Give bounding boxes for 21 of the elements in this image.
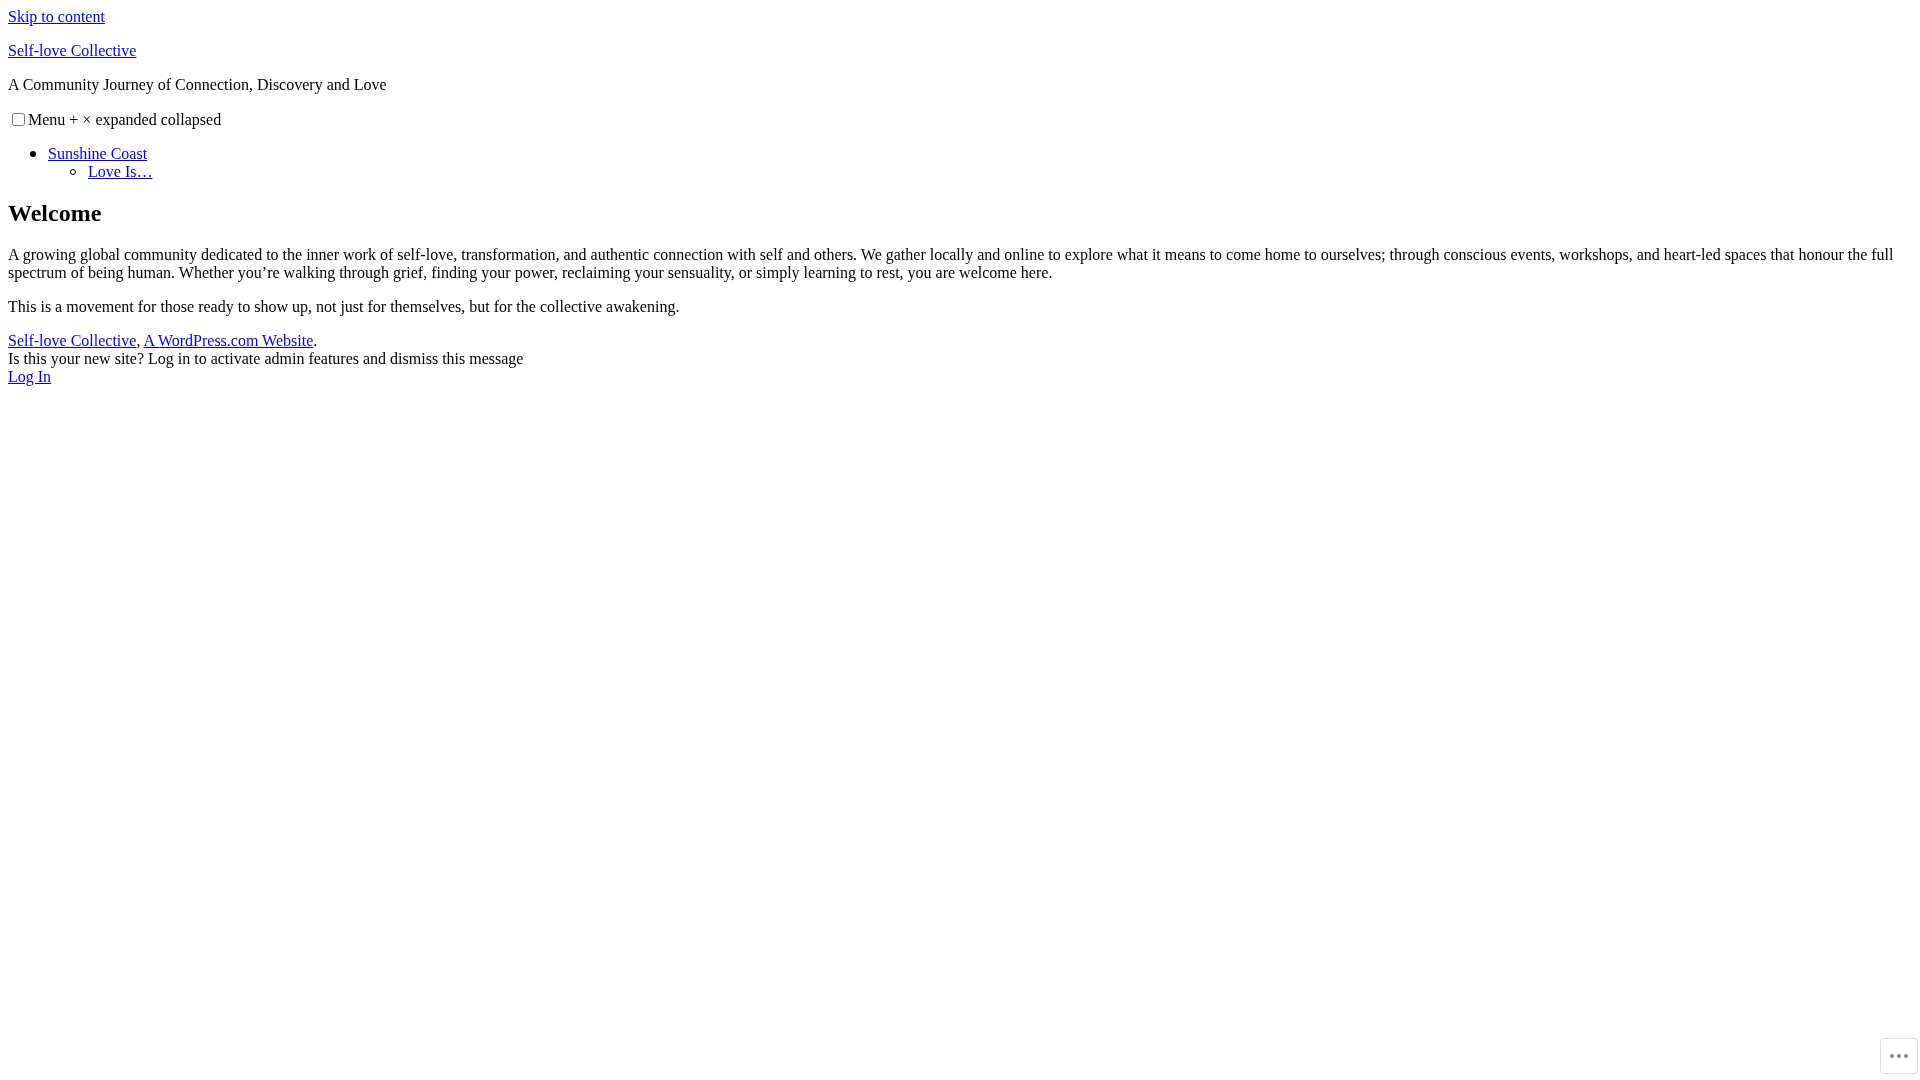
page-heading: Welcome (8, 200, 103, 227)
skip-link[interactable]: Skip to content (8, 8, 105, 25)
bullet-icon (30, 151, 36, 157)
more-options-button[interactable] (1880, 1038, 1918, 1074)
paragraph: This is a movement for those ready to show up, not just for themselves, but for the collective awakening. (8, 298, 681, 316)
site-title-link[interactable]: Self-love Collective (8, 42, 137, 59)
footer-credit: Self-love Collective, A WordPress.com Website. (8, 332, 319, 350)
menu-toggle-label: expanded (95, 110, 157, 129)
notice-message: Is this your new site? Log in to activate admin features and dismiss this message (8, 350, 525, 368)
menu-toggle-label: Menu (28, 110, 66, 129)
paragraph: A growing global community dedicated to the inner work of self-love, transformation, and authentic connection with self and others. We gather locally and online to explore what it means to come home to ourselves; through conscious events, workshops, and heart-led spaces that honour the full spectrum of being human. Whether you’re walking through grief, finding your power, reclaiming your sensuality, or simply learning to rest, you are welcome here. (8, 246, 1895, 282)
more-icon (1889, 1053, 1909, 1059)
menu-link[interactable]: Sunshine Coast (48, 145, 148, 163)
tagline: A Community Journey of Connection, Discovery and Love (8, 76, 388, 94)
menu-checkbox[interactable] (12, 113, 25, 126)
menu-toggle-label: collapsed (160, 110, 222, 129)
menu-link[interactable]: Love Is… (88, 163, 153, 181)
menu-toggle-label: + (69, 110, 79, 129)
footer-link[interactable]: Self-love Collective (8, 332, 137, 349)
menu-toggle-label: × (82, 110, 92, 129)
login-link[interactable]: Log In (8, 368, 52, 385)
